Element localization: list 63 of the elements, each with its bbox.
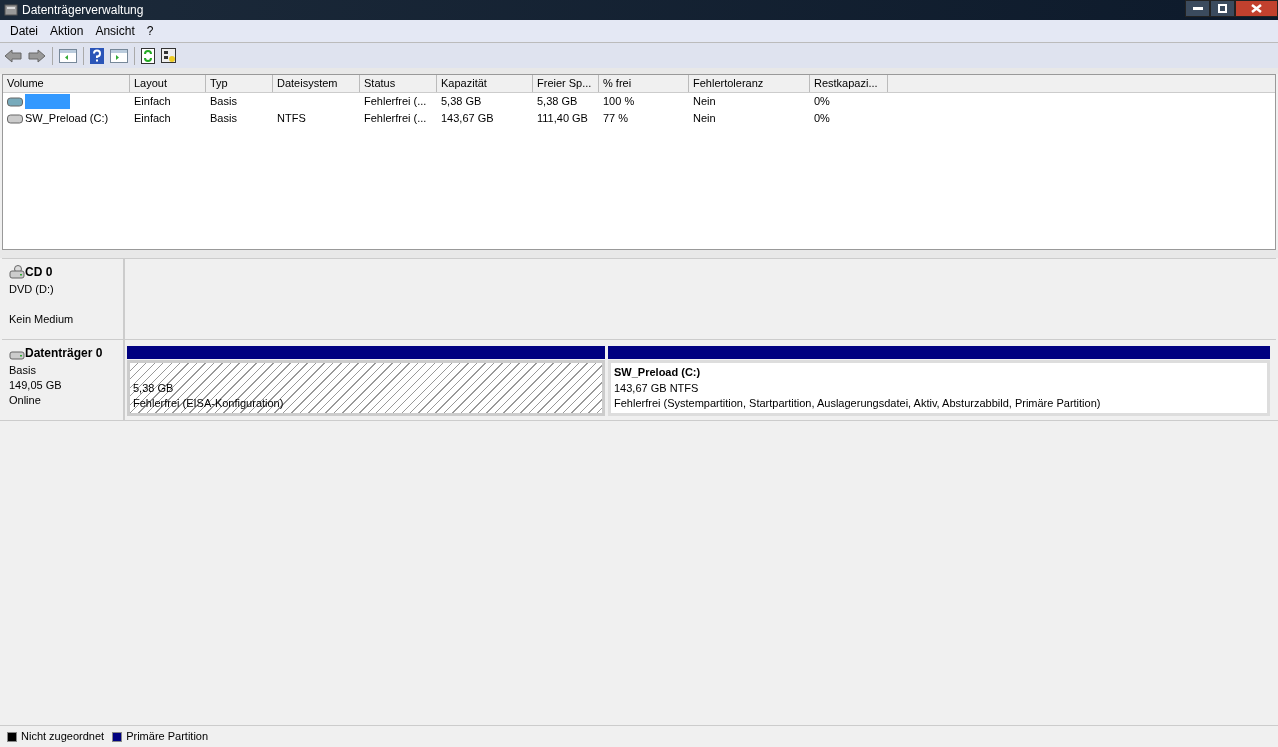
column-header[interactable]: Layout [130, 75, 206, 92]
partition-info: 143,67 GB NTFS [614, 380, 700, 396]
restore-button[interactable] [1210, 0, 1235, 17]
volume-drive-icon [7, 96, 23, 107]
console-tree-icon[interactable] [59, 48, 77, 63]
help-icon[interactable] [90, 47, 104, 64]
cd-drive-icon [9, 265, 25, 279]
table-cell-text: 111,40 GB [537, 111, 588, 127]
disk-name: CD 0 [25, 264, 53, 281]
properties-icon[interactable] [161, 47, 177, 64]
partition-info: 5,38 GB [133, 381, 175, 396]
column-header[interactable]: Status [360, 75, 437, 92]
minimize-button[interactable] [1185, 0, 1210, 17]
disk-info: Basis [9, 363, 37, 377]
table-cell-text: Einfach [134, 94, 171, 110]
table-cell-text: 5,38 GB [537, 94, 578, 110]
forward-arrow-icon[interactable] [28, 48, 46, 63]
refresh-icon[interactable] [141, 47, 155, 64]
table-cell[interactable] [25, 94, 70, 109]
app-icon [4, 3, 18, 17]
column-header[interactable]: Typ [206, 75, 273, 92]
action-pane-icon[interactable] [110, 48, 128, 63]
column-header[interactable]: % frei [599, 75, 689, 92]
table-cell[interactable]: SW_Preload (C:) [25, 110, 109, 127]
close-button[interactable] [1235, 0, 1278, 17]
table-cell-text: Basis [210, 94, 237, 110]
volume-drive-icon [7, 113, 23, 124]
partition-title: SW_Preload (C:) [614, 365, 702, 380]
menu-item[interactable]: Ansicht [89, 22, 141, 40]
disk-name: Datenträger 0 [25, 345, 103, 362]
back-arrow-icon[interactable] [4, 48, 22, 63]
table-cell-text: 0% [814, 94, 830, 110]
table-cell-text: Fehlerfrei (... [364, 111, 427, 127]
disk-info: DVD (D:) [9, 282, 55, 296]
table-cell-text: 143,67 GB [441, 111, 494, 127]
legend-label: Primäre Partition [126, 729, 209, 745]
disk-status: Kein Medium [9, 312, 75, 326]
column-header[interactable]: Restkapazi... [810, 75, 888, 92]
disk-info: Online [9, 393, 42, 407]
menu-item[interactable]: Aktion [44, 22, 90, 40]
partition-info: Fehlerfrei (EISA-Konfiguration) [133, 396, 285, 411]
table-cell-text: Fehlerfrei (... [364, 94, 427, 110]
menu-item[interactable]: Datei [4, 22, 44, 40]
column-header[interactable]: Volume [3, 75, 130, 92]
column-header[interactable]: Freier Sp... [533, 75, 599, 92]
table-cell-text: Nein [693, 94, 716, 110]
window-title: Datenträgerverwaltung [22, 2, 144, 19]
partition-info: Fehlerfrei (Systempartition, Startpartition, Auslagerungsdatei, Aktiv, Absturzabbild, Primäre Partition) [614, 395, 1102, 411]
column-header[interactable]: Kapazität [437, 75, 533, 92]
table-cell-text: Einfach [134, 111, 171, 127]
disk-info: 149,05 GB [9, 378, 63, 392]
legend-label: Nicht zugeordnet [21, 729, 105, 745]
table-cell-text: 5,38 GB [441, 94, 482, 110]
table-cell-text: Nein [693, 111, 716, 127]
table-cell-text: 100 % [603, 94, 635, 110]
menu-item[interactable]: ? [140, 22, 160, 40]
table-cell-text: 77 % [603, 111, 629, 127]
close-icon [1251, 4, 1262, 13]
table-cell-text: Basis [210, 111, 237, 127]
table-cell-text: 0% [814, 111, 830, 127]
table-cell-text: NTFS [277, 111, 306, 127]
column-header[interactable]: Dateisystem [273, 75, 360, 92]
column-header[interactable]: Fehlertoleranz [689, 75, 810, 92]
